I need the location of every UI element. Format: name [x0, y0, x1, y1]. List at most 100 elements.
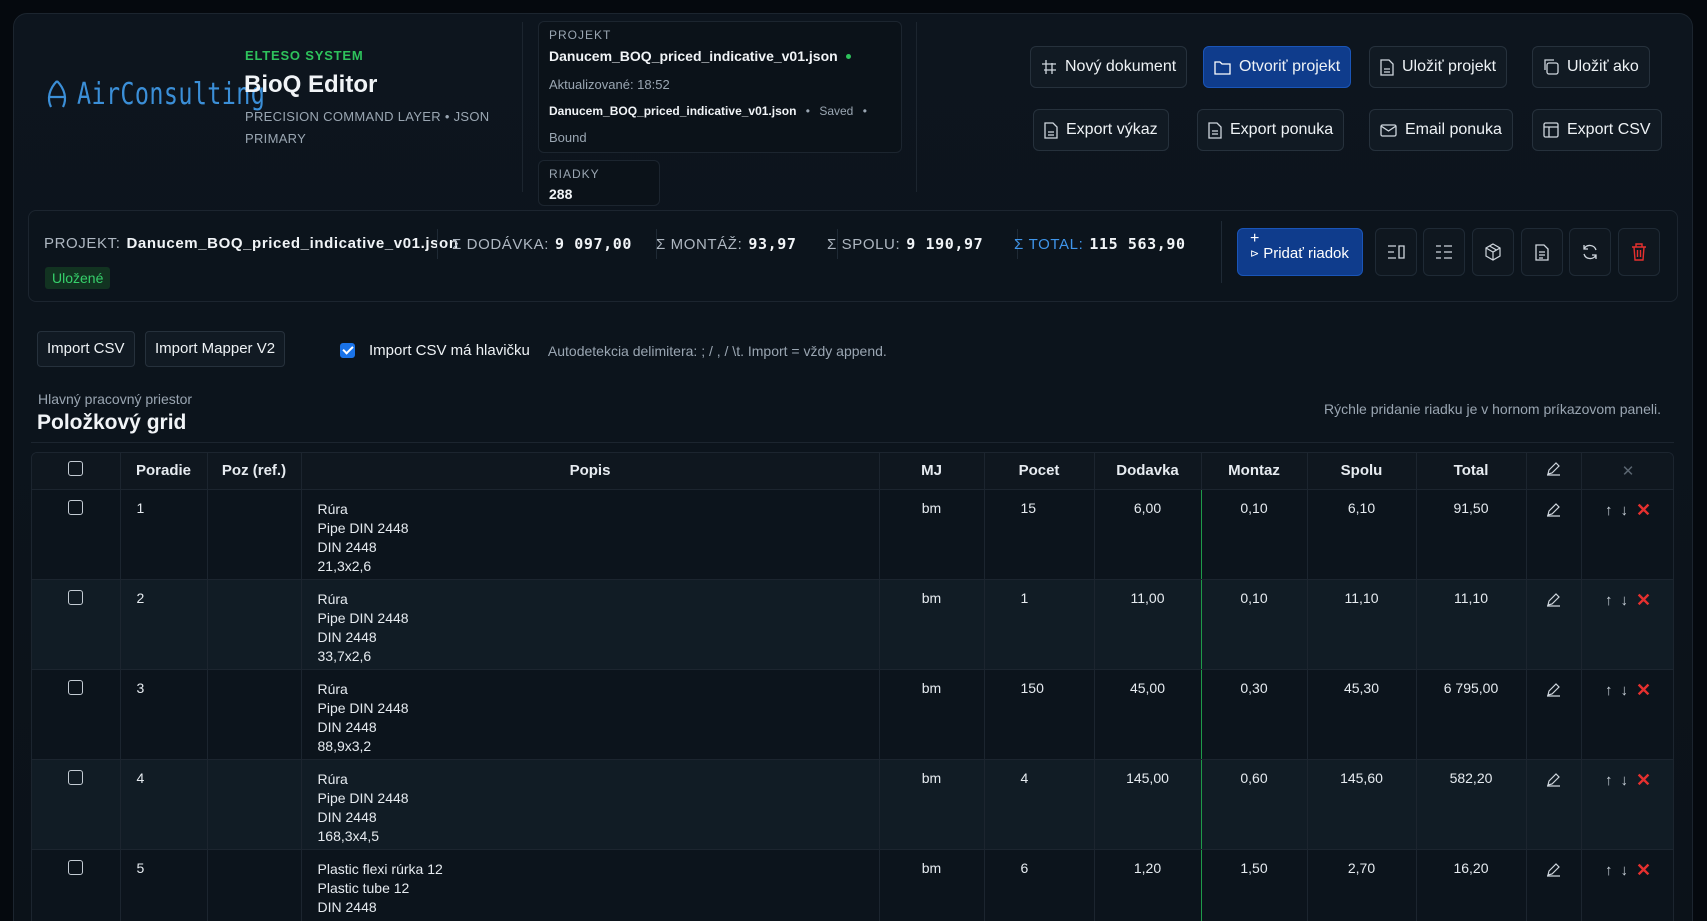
move-down-icon[interactable]: ↓ — [1620, 682, 1628, 699]
cell-mj[interactable]: bm — [879, 849, 985, 921]
align-icon-button[interactable] — [1375, 228, 1417, 276]
cell-total: 91,50 — [1416, 489, 1527, 580]
column-header-mj[interactable]: MJ — [879, 453, 985, 490]
select-all-checkbox[interactable] — [68, 461, 84, 477]
export-csv-button[interactable]: Export CSV — [1532, 109, 1662, 151]
list-icon-button[interactable] — [1423, 228, 1465, 276]
cell-dodavka[interactable]: 1,20 — [1094, 849, 1202, 921]
pencil-icon[interactable] — [1546, 682, 1561, 697]
column-header-dodavka[interactable]: Dodavka — [1094, 453, 1202, 490]
import-mapper-button[interactable]: Import Mapper V2 — [145, 331, 286, 367]
row-select-cell — [32, 489, 121, 580]
email-offer-button[interactable]: Email ponuka — [1369, 109, 1513, 151]
cell-dodavka[interactable]: 145,00 — [1094, 759, 1202, 850]
cell-dodavka[interactable]: 11,00 — [1094, 579, 1202, 670]
export-report-button[interactable]: Export výkaz — [1033, 109, 1169, 151]
table-row[interactable]: 1 Rúra Pipe DIN 2448 DIN 2448 21,3x2,6 bm 15 6,… — [32, 489, 1673, 580]
pencil-icon[interactable] — [1546, 592, 1561, 607]
column-header-poz[interactable]: Poz (ref.) — [207, 453, 302, 490]
save-as-button[interactable]: Uložiť ako — [1532, 46, 1650, 88]
delete-row-icon[interactable]: ✕ — [1636, 860, 1651, 881]
csv-header-checkbox[interactable] — [340, 343, 355, 358]
cell-popis[interactable]: Rúra Pipe DIN 2448 DIN 2448 33,7x2,6 — [301, 579, 880, 670]
row-checkbox[interactable] — [68, 679, 84, 695]
rows-value: 288 — [549, 186, 573, 202]
cell-poz[interactable] — [207, 669, 302, 760]
cell-poz[interactable] — [207, 849, 302, 921]
row-checkbox[interactable] — [68, 859, 84, 875]
move-down-icon[interactable]: ↓ — [1620, 502, 1628, 519]
cell-montaz[interactable]: 0,10 — [1201, 579, 1308, 670]
summary-bar: PROJEKT: Danucem_BOQ_priced_indicative_v0… — [28, 210, 1678, 302]
cell-popis[interactable]: Rúra Pipe DIN 2448 DIN 2448 168,3x4,5 — [301, 759, 880, 850]
row-checkbox[interactable] — [68, 499, 84, 515]
table-row[interactable]: 3 Rúra Pipe DIN 2448 DIN 2448 88,9x3,2 bm 150 4… — [32, 669, 1673, 760]
refresh-icon-button[interactable] — [1569, 228, 1611, 276]
open-project-button[interactable]: Otvoriť projekt — [1203, 46, 1352, 88]
cell-popis[interactable]: Rúra Pipe DIN 2448 DIN 2448 88,9x3,2 — [301, 669, 880, 760]
cell-poz[interactable] — [207, 489, 302, 580]
table-row[interactable]: 2 Rúra Pipe DIN 2448 DIN 2448 33,7x2,6 bm 1 11,… — [32, 579, 1673, 670]
cell-mj[interactable]: bm — [879, 489, 985, 580]
cell-montaz[interactable]: 0,30 — [1201, 669, 1308, 760]
cell-pocet[interactable]: 4 — [984, 759, 1095, 850]
cell-mj[interactable]: bm — [879, 759, 985, 850]
document-icon-button[interactable] — [1521, 228, 1563, 276]
move-up-icon[interactable]: ↑ — [1605, 502, 1613, 519]
move-down-icon[interactable]: ↓ — [1620, 592, 1628, 609]
cell-pocet[interactable]: 150 — [984, 669, 1095, 760]
delete-row-icon[interactable]: ✕ — [1636, 680, 1651, 701]
delete-row-icon[interactable]: ✕ — [1636, 770, 1651, 791]
column-header-montaz[interactable]: Montaz — [1201, 453, 1308, 490]
pencil-icon[interactable] — [1546, 862, 1561, 877]
cell-montaz[interactable]: 0,10 — [1201, 489, 1308, 580]
cell-montaz[interactable]: 1,50 — [1201, 849, 1308, 921]
cell-mj[interactable]: bm — [879, 579, 985, 670]
new-document-button[interactable]: Nový dokument — [1030, 46, 1188, 88]
cell-spolu: 2,70 — [1307, 849, 1417, 921]
export-offer-button[interactable]: Export ponuka — [1197, 109, 1345, 151]
status-badge: Uložené — [45, 267, 111, 289]
table-row[interactable]: 5 Plastic flexi rúrka 12 Plastic tube 12 DI… — [32, 849, 1673, 921]
table-row[interactable]: 4 Rúra Pipe DIN 2448 DIN 2448 168,3x4,5 bm 4 14… — [32, 759, 1673, 850]
save-project-button[interactable]: Uložiť projekt — [1369, 46, 1508, 88]
column-header-popis[interactable]: Popis — [301, 453, 880, 490]
cell-dodavka[interactable]: 6,00 — [1094, 489, 1202, 580]
row-checkbox[interactable] — [68, 769, 84, 785]
cell-poradie: 2 — [120, 579, 208, 670]
refresh-icon — [1583, 244, 1597, 260]
logo-icon — [47, 80, 67, 108]
box-icon-button[interactable] — [1472, 228, 1514, 276]
cell-pocet[interactable]: 1 — [984, 579, 1095, 670]
move-down-icon[interactable]: ↓ — [1620, 772, 1628, 789]
move-up-icon[interactable]: ↑ — [1605, 592, 1613, 609]
move-up-icon[interactable]: ↑ — [1605, 862, 1613, 879]
cell-poz[interactable] — [207, 759, 302, 850]
new-document-icon — [1042, 60, 1056, 74]
column-header-total[interactable]: Total — [1416, 453, 1527, 490]
cell-popis[interactable]: Plastic flexi rúrka 12 Plastic tube 12 DIN… — [301, 849, 880, 921]
cell-spolu: 45,30 — [1307, 669, 1417, 760]
delete-icon-button[interactable] — [1618, 228, 1660, 276]
row-checkbox[interactable] — [68, 589, 84, 605]
cell-mj[interactable]: bm — [879, 669, 985, 760]
column-header-spolu[interactable]: Spolu — [1307, 453, 1417, 490]
delete-row-icon[interactable]: ✕ — [1636, 500, 1651, 521]
cell-poz[interactable] — [207, 579, 302, 670]
pencil-icon[interactable] — [1546, 502, 1561, 517]
pencil-icon[interactable] — [1546, 772, 1561, 787]
cell-dodavka[interactable]: 45,00 — [1094, 669, 1202, 760]
add-row-button[interactable]: + ⊳ Pridať riadok — [1237, 228, 1363, 276]
column-header-poradie[interactable]: Poradie — [120, 453, 208, 490]
cell-popis[interactable]: Rúra Pipe DIN 2448 DIN 2448 21,3x2,6 — [301, 489, 880, 580]
cell-pocet[interactable]: 6 — [984, 849, 1095, 921]
column-header-pocet[interactable]: Pocet — [984, 453, 1095, 490]
move-up-icon[interactable]: ↑ — [1605, 682, 1613, 699]
cell-pocet[interactable]: 15 — [984, 489, 1095, 580]
cell-montaz[interactable]: 0,60 — [1201, 759, 1308, 850]
import-csv-button[interactable]: Import CSV — [37, 331, 135, 367]
move-up-icon[interactable]: ↑ — [1605, 772, 1613, 789]
delete-row-icon[interactable]: ✕ — [1636, 590, 1651, 611]
move-down-icon[interactable]: ↓ — [1620, 862, 1628, 879]
project-info: PROJEKT Danucem_BOQ_priced_indicative_v0… — [538, 21, 902, 153]
